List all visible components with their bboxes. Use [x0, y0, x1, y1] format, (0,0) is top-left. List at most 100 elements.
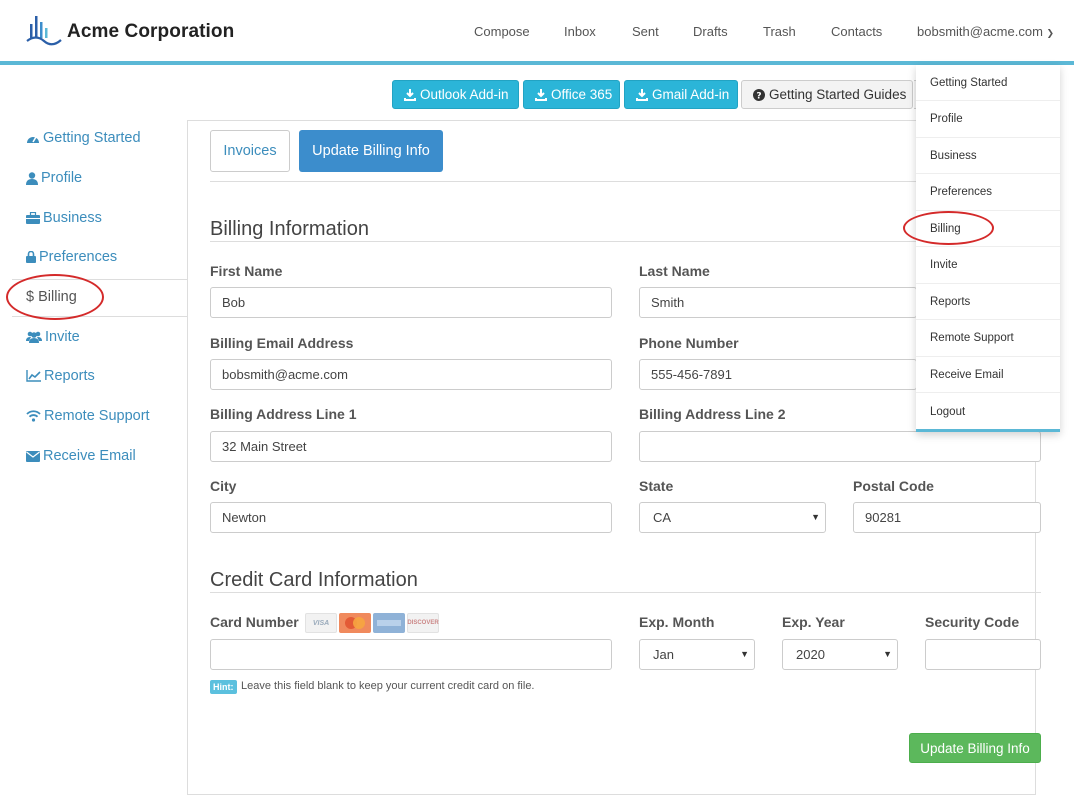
hint-badge: Hint: [210, 680, 237, 694]
user-email: bobsmith@acme.com [917, 24, 1043, 39]
dropdown-item-logout[interactable]: Logout [916, 394, 1060, 430]
sidebar-item-remote-support[interactable]: Remote Support [26, 408, 150, 424]
dropdown-item-receive-email[interactable]: Receive Email [916, 357, 1060, 393]
download-icon [404, 88, 416, 101]
state-value: CA [653, 510, 672, 525]
sidebar-item-receive-email[interactable]: Receive Email [26, 448, 136, 464]
exp-year-label: Exp. Year [782, 614, 845, 630]
postal-code-field[interactable]: 90281 [853, 502, 1041, 533]
exp-year-value: 2020 [796, 647, 825, 662]
users-icon [26, 331, 42, 343]
card-brand-logos: VISA DISCOVER [305, 613, 439, 633]
download-icon [636, 88, 648, 101]
dropdown-item-remote-support[interactable]: Remote Support [916, 321, 1060, 357]
billing-highlight-annotation [6, 274, 104, 320]
exp-year-select[interactable]: 2020 ▼ [782, 639, 898, 670]
gmail-addin-label: Gmail Add-in [652, 87, 730, 102]
getting-started-guides-button[interactable]: ? Getting Started Guides [741, 80, 913, 109]
city-label: City [210, 478, 237, 494]
mastercard-icon [339, 613, 371, 633]
caret-down-icon: ▼ [883, 649, 892, 659]
card-number-field[interactable] [210, 639, 612, 670]
header-accent-bar [0, 61, 1074, 65]
last-name-field[interactable]: Smith [639, 287, 917, 318]
outlook-addin-button[interactable]: Outlook Add-in [392, 80, 519, 109]
dropdown-item-invite[interactable]: Invite [916, 248, 1060, 284]
dropdown-item-reports[interactable]: Reports [916, 284, 1060, 320]
tab-invoices[interactable]: Invoices [210, 130, 290, 172]
address2-field[interactable] [639, 431, 1041, 462]
divider [210, 241, 918, 242]
sidebar-item-preferences[interactable]: Preferences [26, 249, 117, 265]
top-navbar: Acme Corporation Compose Inbox Sent Draf… [0, 0, 1074, 62]
nav-inbox[interactable]: Inbox [564, 24, 596, 39]
dropdown-item-business[interactable]: Business [916, 138, 1060, 174]
caret-down-icon: ▼ [811, 512, 820, 522]
dropdown-item-preferences[interactable]: Preferences [916, 175, 1060, 211]
sidebar-item-profile[interactable]: Profile [26, 170, 82, 186]
phone-field[interactable]: 555-456-7891 [639, 359, 917, 390]
sidebar-item-getting-started[interactable]: Getting Started [26, 130, 141, 146]
first-name-label: First Name [210, 263, 283, 279]
address1-field[interactable]: 32 Main Street [210, 431, 612, 462]
sidebar-item-business[interactable]: Business [26, 210, 102, 226]
divider [210, 181, 918, 182]
question-circle-icon: ? [753, 88, 765, 101]
gmail-addin-button[interactable]: Gmail Add-in [624, 80, 738, 109]
billing-section-title: Billing Information [210, 218, 369, 240]
sidebar-item-label: Preferences [39, 249, 118, 265]
user-menu-toggle[interactable]: bobsmith@acme.com ❯ [917, 24, 1054, 39]
caret-down-icon: ▼ [740, 649, 749, 659]
security-code-label: Security Code [925, 614, 1020, 630]
divider [210, 592, 1041, 593]
card-number-label: Card Number [210, 614, 299, 630]
dropdown-item-getting-started[interactable]: Getting Started [916, 65, 1060, 101]
mastercard-logo [345, 617, 365, 629]
sidebar-item-invite[interactable]: Invite [26, 329, 80, 345]
user-dropdown-menu: Getting Started Profile Business Prefere… [916, 65, 1060, 432]
svg-text:?: ? [756, 91, 761, 101]
nav-contacts[interactable]: Contacts [831, 24, 882, 39]
office365-button[interactable]: Office 365 [523, 80, 620, 109]
address1-label: Billing Address Line 1 [210, 406, 357, 422]
nav-drafts[interactable]: Drafts [693, 24, 728, 39]
dropdown-item-profile[interactable]: Profile [916, 102, 1060, 138]
sidebar-item-label: Remote Support [44, 408, 150, 424]
last-name-label: Last Name [639, 263, 710, 279]
brand-name: Acme Corporation [67, 21, 235, 42]
sidebar-item-label: Reports [44, 368, 95, 384]
envelope-icon [26, 450, 40, 462]
nav-trash[interactable]: Trash [763, 24, 796, 39]
chevron-down-icon: ❯ [1046, 28, 1055, 38]
first-name-field[interactable]: Bob [210, 287, 612, 318]
sidebar-item-label: Business [43, 210, 102, 226]
lock-icon [26, 251, 36, 263]
sidebar-item-reports[interactable]: Reports [26, 368, 95, 384]
sidebar-item-label: Receive Email [43, 448, 136, 464]
city-field[interactable]: Newton [210, 502, 612, 533]
logo-icon [26, 16, 62, 46]
nav-sent[interactable]: Sent [632, 24, 659, 39]
tab-update-billing-info[interactable]: Update Billing Info [299, 130, 443, 172]
update-billing-info-button[interactable]: Update Billing Info [909, 733, 1041, 763]
amex-logo [377, 620, 401, 626]
security-code-field[interactable] [925, 639, 1041, 670]
billing-email-label: Billing Email Address [210, 335, 354, 351]
visa-icon: VISA [305, 613, 337, 633]
postal-code-label: Postal Code [853, 478, 934, 494]
nav-compose[interactable]: Compose [474, 24, 530, 39]
wifi-icon [26, 410, 41, 422]
hint-text: Leave this field blank to keep your curr… [241, 680, 535, 692]
state-select[interactable]: CA ▼ [639, 502, 826, 533]
exp-month-select[interactable]: Jan ▼ [639, 639, 755, 670]
office365-label: Office 365 [551, 87, 613, 102]
billing-email-field[interactable]: bobsmith@acme.com [210, 359, 612, 390]
state-label: State [639, 478, 674, 494]
sidebar-item-label: Invite [45, 329, 80, 345]
credit-card-section-title: Credit Card Information [210, 569, 418, 591]
outlook-addin-label: Outlook Add-in [420, 87, 509, 102]
briefcase-icon [26, 212, 40, 224]
address2-label: Billing Address Line 2 [639, 406, 786, 422]
guides-label: Getting Started Guides [769, 87, 907, 102]
sidebar-item-label: Profile [41, 170, 83, 186]
